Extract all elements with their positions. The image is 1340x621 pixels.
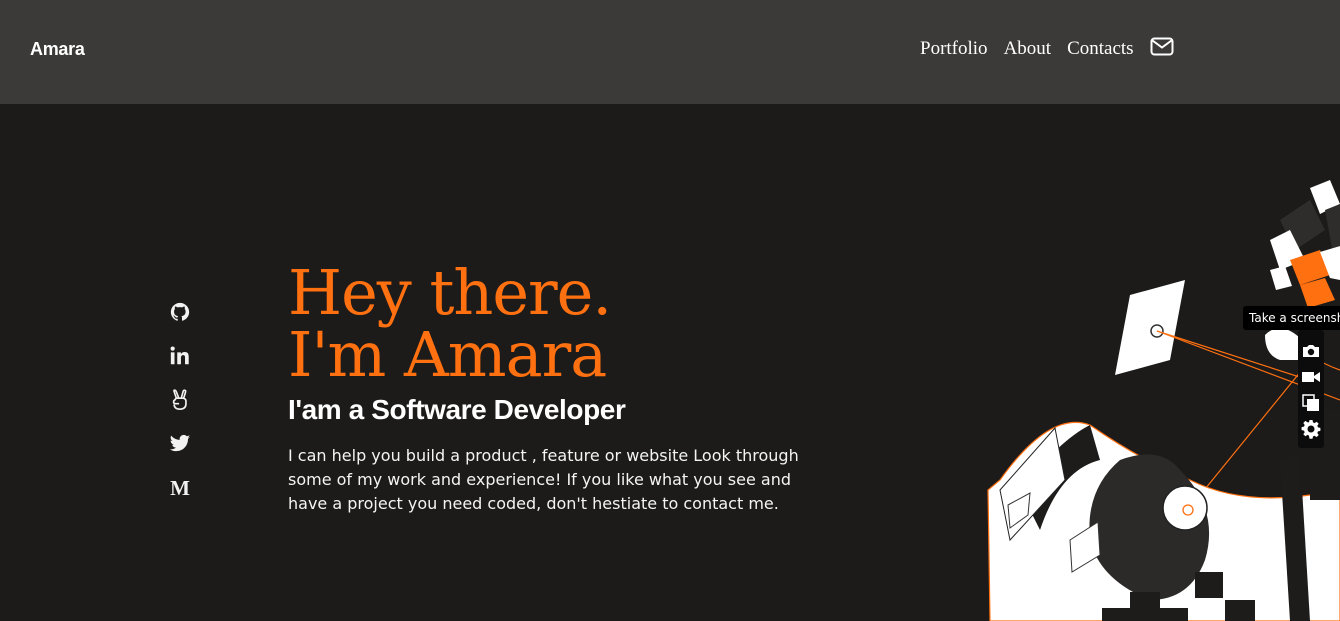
nav-about[interactable]: About (1004, 38, 1052, 60)
nav-portfolio[interactable]: Portfolio (920, 38, 988, 60)
screenshot-tooltip: Take a screensh (1243, 306, 1340, 330)
social-links: M (168, 300, 192, 520)
nav-contacts[interactable]: Contacts (1067, 38, 1134, 60)
main-nav: Portfolio About Contacts (920, 37, 1174, 60)
twitter-icon[interactable] (168, 432, 192, 456)
checker-cluster (1270, 180, 1340, 308)
github-icon[interactable] (168, 300, 192, 324)
floating-tile (1115, 280, 1185, 375)
linkedin-icon[interactable] (168, 344, 192, 368)
top-navbar: Amara Portfolio About Contacts (0, 0, 1340, 104)
screenshot-extension-toolbar (1298, 330, 1324, 448)
hero-name: I'm Amara (288, 318, 607, 391)
medium-icon[interactable]: M (168, 476, 192, 500)
brand-logo[interactable]: Amara (30, 39, 85, 60)
gear-icon[interactable] (1298, 416, 1324, 442)
hero-section: Hey there. I'm Amara I'am a Software Dev… (288, 262, 828, 516)
mail-icon[interactable] (1150, 37, 1174, 57)
hero-description: I can help you build a product , feature… (288, 446, 799, 513)
video-icon[interactable] (1298, 364, 1324, 390)
angellist-icon[interactable] (168, 388, 192, 412)
hero-subtitle: I'am a Software Developer (288, 394, 626, 425)
hero-illustration (980, 160, 1340, 621)
hero-greeting: Hey there. (288, 256, 612, 329)
windows-icon[interactable] (1298, 390, 1324, 416)
medium-letter: M (170, 475, 190, 500)
camera-icon[interactable] (1298, 338, 1324, 364)
